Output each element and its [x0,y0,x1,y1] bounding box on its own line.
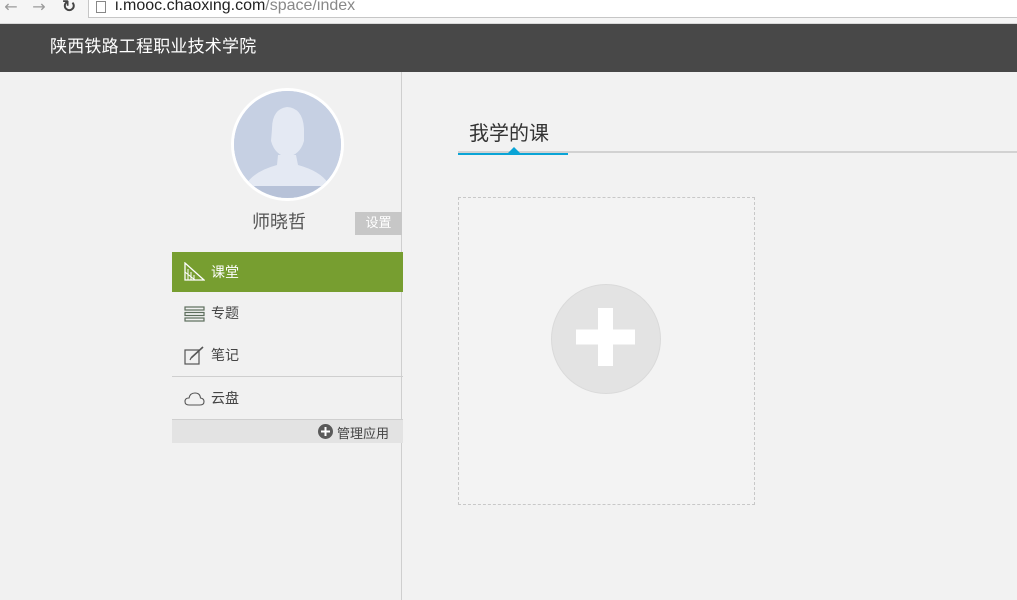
url-host: i.mooc.chaoxing.com [115,0,266,14]
sidebar-item-topics[interactable]: 专题 [172,292,403,334]
forward-button[interactable]: → [28,0,50,17]
course-tabs: 我学的课 [458,115,1017,155]
add-course-card[interactable] [458,197,755,505]
url-text: i.mooc.chaoxing.com/space/index [115,0,355,15]
classroom-icon [184,261,206,281]
sidebar-item-label: 云盘 [211,391,239,407]
sidebar-item-classroom[interactable]: 课堂 [172,252,403,292]
sidebar-menu: 课堂 专题 笔记 云盘 管理应用 [172,252,403,443]
user-name: 师晓哲 [252,212,306,233]
school-name[interactable]: 陕西铁路工程职业技术学院 [50,36,256,58]
add-icon [551,284,661,394]
note-icon [184,346,205,365]
browser-toolbar: ← → ↻ i.mooc.chaoxing.com/space/index [0,0,1017,24]
sidebar-item-label: 笔记 [211,348,239,364]
manage-apps-button[interactable]: 管理应用 [172,420,403,443]
sidebar-item-cloud[interactable]: 云盘 [172,377,403,419]
plus-circle-icon [318,424,333,439]
sidebar-item-label: 专题 [211,306,239,322]
default-user-icon [234,91,341,198]
left-sidebar: 师晓哲 设置 课堂 专题 笔记 云盘 管理应用 [0,72,403,600]
site-header: 陕西铁路工程职业技术学院 [0,24,1017,72]
page-icon [96,1,106,13]
tab-underline [458,153,568,155]
avatar[interactable] [231,88,344,201]
sidebar-item-notes[interactable]: 笔记 [172,334,403,376]
manage-apps-label: 管理应用 [337,427,390,442]
sidebar-item-label: 课堂 [211,265,239,281]
reload-button[interactable]: ↻ [58,0,80,17]
settings-button[interactable]: 设置 [355,212,402,235]
back-button[interactable]: ← [0,0,22,17]
cloud-icon [184,389,205,408]
address-bar[interactable]: i.mooc.chaoxing.com/space/index [88,0,1017,18]
tab-label: 我学的课 [469,121,549,145]
tab-my-courses[interactable]: 我学的课 [458,115,568,155]
topics-icon [184,304,205,323]
url-path: /space/index [265,0,356,14]
